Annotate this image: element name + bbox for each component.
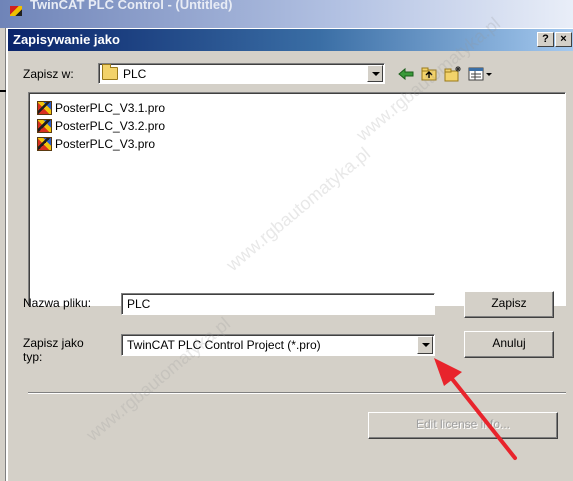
new-folder-icon[interactable] — [444, 65, 462, 83]
filetype-label: Zapisz jako typ: — [23, 336, 84, 364]
filename-label: Nazwa pliku: — [23, 296, 92, 310]
dialog-title: Zapisywanie jako — [13, 32, 120, 47]
filename-field[interactable]: PLC — [121, 293, 435, 315]
folder-icon — [102, 64, 118, 80]
twincat-app-icon — [10, 6, 22, 16]
file-name: PosterPLC_V3.2.pro — [55, 119, 166, 133]
twincat-project-icon — [37, 137, 52, 151]
background-window-mark — [0, 90, 6, 92]
red-arrow-annotation — [434, 358, 517, 460]
help-button[interactable]: ? — [537, 32, 554, 47]
background-window-edge — [0, 28, 6, 481]
up-folder-icon[interactable] — [420, 65, 438, 83]
twincat-project-icon — [37, 119, 52, 133]
dialog-titlebar: Zapisywanie jako ? × — [8, 29, 573, 51]
background-window-title: TwinCAT PLC Control - (Untitled) — [30, 0, 233, 12]
filetype-dropdown[interactable]: TwinCAT PLC Control Project (*.pro) — [121, 334, 435, 356]
file-list[interactable]: PosterPLC_V3.1.pro PosterPLC_V3.2.pro Po… — [28, 92, 566, 306]
back-arrow-icon[interactable] — [397, 65, 415, 83]
save-button[interactable]: Zapisz — [464, 291, 554, 318]
filetype-value: TwinCAT PLC Control Project (*.pro) — [127, 338, 321, 352]
file-name: PosterPLC_V3.pro — [55, 137, 156, 151]
filetype-label-line1: Zapisz jako — [23, 336, 84, 350]
save-in-value: PLC — [123, 67, 147, 81]
filetype-label-line2: typ: — [23, 350, 43, 364]
background-window-titlebar: TwinCAT PLC Control - (Untitled) — [0, 0, 573, 28]
chevron-down-icon[interactable] — [367, 65, 383, 82]
save-in-label: Zapisz w: — [23, 67, 74, 81]
save-in-dropdown[interactable]: PLC — [98, 63, 385, 84]
view-menu-icon[interactable] — [468, 65, 494, 83]
file-name: PosterPLC_V3.1.pro — [55, 101, 166, 115]
twincat-project-icon — [37, 101, 52, 115]
close-button[interactable]: × — [555, 32, 572, 47]
